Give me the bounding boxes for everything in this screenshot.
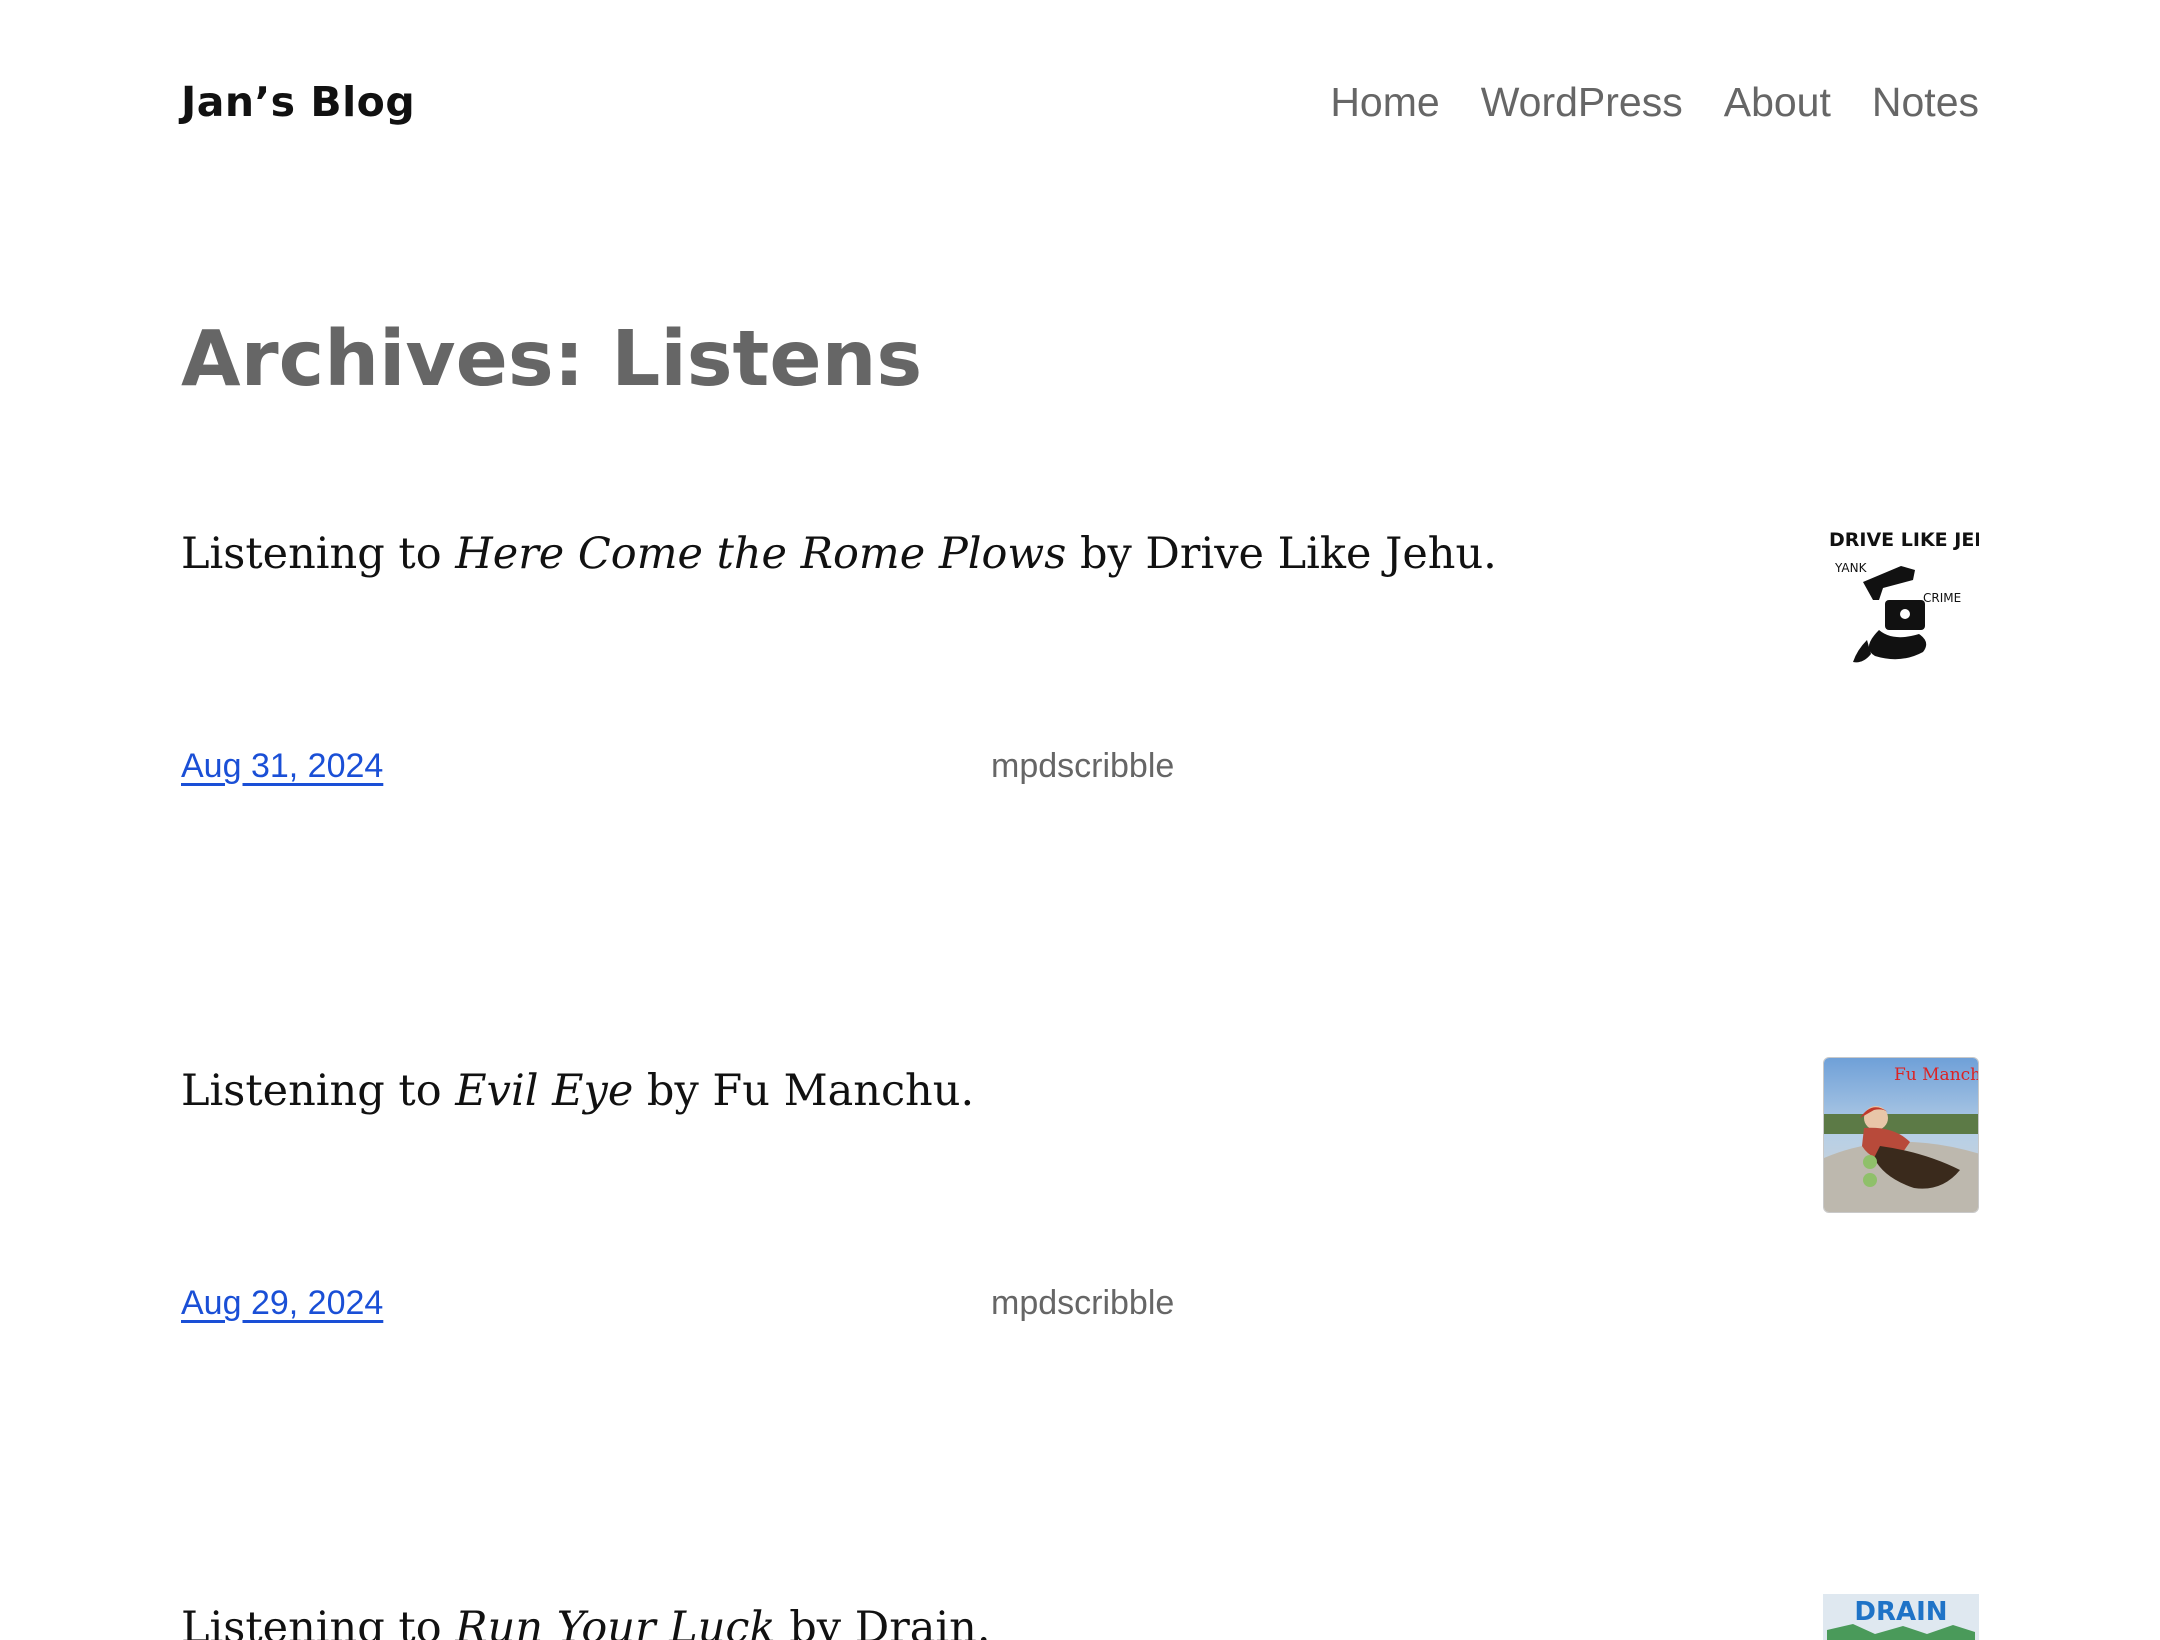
post-suffix: by Fu Manchu. bbox=[633, 1066, 975, 1116]
post-client: mpdscribble bbox=[991, 747, 1175, 785]
post-date-link[interactable]: Aug 29, 2024 bbox=[181, 1279, 383, 1327]
cover-band: DRAIN bbox=[1854, 1597, 1947, 1627]
post-title: Listening to Evil Eye by Fu Manchu. bbox=[181, 1061, 974, 1121]
post-item: Listening to Run Your Luck by Drain. DRA… bbox=[181, 1594, 1979, 1640]
primary-nav: Home WordPress About Notes bbox=[1330, 72, 1979, 132]
album-cover[interactable]: DRIVE LIKE JEHU YANK CRIME bbox=[1823, 522, 1979, 678]
post-item: Listening to Evil Eye by Fu Manchu. Fu M… bbox=[181, 1057, 1979, 1357]
album-cover[interactable]: DRAIN bbox=[1823, 1594, 1979, 1640]
nav-item-home[interactable]: Home bbox=[1330, 72, 1439, 132]
site-title[interactable]: Jan’s Blog bbox=[181, 72, 415, 132]
post-item: Listening to Here Come the Rome Plows by… bbox=[181, 520, 1979, 820]
post-date-link[interactable]: Aug 31, 2024 bbox=[181, 742, 383, 790]
album-title: Here Come the Rome Plows bbox=[455, 529, 1067, 579]
post-prefix: Listening to bbox=[181, 1603, 456, 1640]
post-prefix: Listening to bbox=[181, 1066, 456, 1116]
album-title: Evil Eye bbox=[455, 1066, 634, 1116]
nav-item-about[interactable]: About bbox=[1724, 72, 1831, 132]
ink-bottle-icon bbox=[1853, 566, 1927, 663]
nav-item-notes[interactable]: Notes bbox=[1872, 72, 1979, 132]
album-cover[interactable]: Fu Manchu bbox=[1823, 1057, 1979, 1213]
cover-band: Fu Manchu bbox=[1894, 1065, 1979, 1085]
post-title: Listening to Run Your Luck by Drain. bbox=[181, 1598, 991, 1640]
nav-item-wordpress[interactable]: WordPress bbox=[1481, 72, 1683, 132]
post-client: mpdscribble bbox=[991, 1284, 1175, 1322]
cover-text-crime: CRIME bbox=[1923, 591, 1961, 605]
cover-text-yank: YANK bbox=[1834, 561, 1868, 575]
post-prefix: Listening to bbox=[181, 529, 456, 579]
cover-band: DRIVE LIKE JEHU bbox=[1829, 529, 1979, 551]
post-suffix: by Drain. bbox=[775, 1603, 991, 1640]
post-title: Listening to Here Come the Rome Plows by… bbox=[181, 524, 1497, 584]
post-suffix: by Drive Like Jehu. bbox=[1066, 529, 1497, 579]
album-title: Run Your Luck bbox=[455, 1603, 776, 1640]
page-title: Archives: Listens bbox=[181, 315, 923, 404]
